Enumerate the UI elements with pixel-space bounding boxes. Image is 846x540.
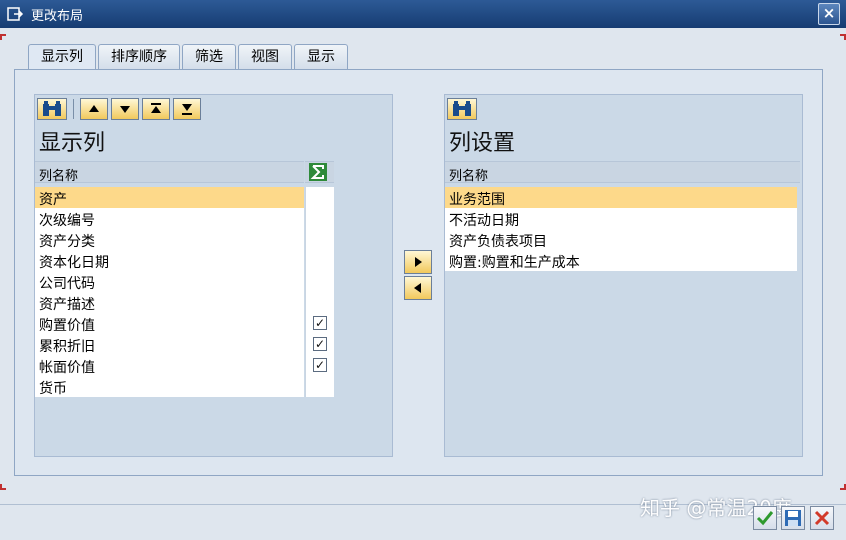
corner-mark (0, 484, 6, 490)
list-item[interactable]: 次级编号 (35, 208, 304, 229)
list-item[interactable]: 货币 (35, 376, 304, 397)
find-button[interactable] (447, 98, 477, 120)
save-button[interactable] (781, 506, 805, 530)
close-button[interactable]: × (818, 3, 840, 25)
cancel-button[interactable] (810, 506, 834, 530)
toolbar-separator (73, 99, 74, 119)
list-item-label: 资产描述 (39, 297, 95, 313)
list-item-label: 货币 (39, 381, 67, 397)
list-item[interactable]: 公司代码 (35, 271, 304, 292)
sum-checkbox[interactable]: ✓ (313, 358, 327, 372)
arrow-bottom-icon (182, 104, 192, 115)
list-item[interactable]: 购置价值 (35, 313, 304, 334)
list-item[interactable]: 不活动日期 (445, 208, 797, 229)
arrow-down-icon (120, 106, 130, 113)
list-item-label: 资产负债表项目 (449, 234, 547, 250)
list-item-label: 资本化日期 (39, 255, 109, 271)
list-item[interactable]: 资产负债表项目 (445, 229, 797, 250)
list-item[interactable]: 累积折旧 (35, 334, 304, 355)
binoculars-icon (453, 101, 471, 116)
move-bottom-button[interactable] (173, 98, 201, 120)
right-toolbar (447, 97, 480, 121)
list-item-label: 公司代码 (39, 276, 95, 292)
list-item[interactable]: 帐面价值 (35, 355, 304, 376)
column-header-label: 列名称 (39, 169, 79, 184)
list-item[interactable]: 资产 (35, 187, 304, 208)
window-title: 更改布局 (31, 9, 84, 24)
list-item-label: 帐面价值 (39, 360, 95, 376)
list-item-label: 不活动日期 (449, 213, 519, 229)
tab-filter[interactable]: 筛选 (182, 44, 236, 69)
tab-strip: 显示列 排序顺序 筛选 视图 显示 (28, 44, 350, 70)
right-list: 业务范围 不活动日期 资产负债表项目 购置:购置和生产成本 (445, 187, 797, 271)
arrow-right-icon (415, 257, 422, 267)
sum-column: ✓ ✓ ✓ (305, 187, 334, 397)
column-header-label: 列名称 (449, 169, 489, 184)
list-item[interactable]: 资本化日期 (35, 250, 304, 271)
close-icon: × (822, 4, 836, 22)
confirm-button[interactable] (753, 506, 777, 530)
tab-display[interactable]: 显示 (294, 44, 348, 69)
sum-checkbox[interactable]: ✓ (313, 316, 327, 330)
binoculars-icon (43, 101, 61, 116)
window-icon (7, 7, 24, 21)
left-list: 资产 次级编号 资产分类 资本化日期 公司代码 资产描述 购置价值 累积折旧 帐… (35, 187, 304, 397)
checkmark-icon (756, 511, 774, 526)
sigma-icon (309, 163, 327, 181)
add-column-button[interactable] (404, 250, 432, 274)
corner-mark (0, 34, 6, 40)
find-button[interactable] (37, 98, 67, 120)
sum-column-header[interactable] (305, 161, 334, 183)
left-column-header[interactable]: 列名称 (35, 161, 304, 184)
cancel-icon (814, 510, 830, 526)
displayed-columns-panel: 显示列 列名称 资产 次级编号 资产分类 资本化日期 公司代码 资产描述 购置价… (34, 94, 393, 457)
list-item-label: 资产 (39, 192, 67, 208)
list-item-label: 累积折旧 (39, 339, 95, 355)
corner-mark (840, 34, 846, 40)
move-top-button[interactable] (142, 98, 170, 120)
corner-mark (840, 484, 846, 490)
remove-column-button[interactable] (404, 276, 432, 300)
sum-checkbox[interactable]: ✓ (313, 337, 327, 351)
list-item[interactable]: 资产分类 (35, 229, 304, 250)
move-down-button[interactable] (111, 98, 139, 120)
arrow-up-icon (89, 105, 99, 112)
list-item[interactable]: 业务范围 (445, 187, 797, 208)
right-panel-title: 列设置 (449, 131, 516, 156)
list-item[interactable]: 资产描述 (35, 292, 304, 313)
right-column-header[interactable]: 列名称 (445, 161, 800, 184)
left-panel-title: 显示列 (39, 131, 106, 156)
title-bar: 更改布局 × (0, 0, 846, 28)
list-item-label: 业务范围 (449, 192, 505, 208)
left-toolbar (37, 97, 204, 121)
list-item-label: 资产分类 (39, 234, 95, 250)
list-item-label: 次级编号 (39, 213, 95, 229)
tab-sort-order[interactable]: 排序顺序 (98, 44, 180, 69)
column-set-panel: 列设置 列名称 业务范围 不活动日期 资产负债表项目 购置:购置和生产成本 (444, 94, 803, 457)
tab-display-columns[interactable]: 显示列 (28, 44, 96, 70)
tab-view[interactable]: 视图 (238, 44, 292, 69)
list-item-label: 购置价值 (39, 318, 95, 334)
arrow-top-icon (151, 103, 161, 113)
move-up-button[interactable] (80, 98, 108, 120)
arrow-left-icon (414, 283, 421, 293)
list-item[interactable]: 购置:购置和生产成本 (445, 250, 797, 271)
list-item-label: 购置:购置和生产成本 (449, 255, 580, 271)
save-icon (785, 510, 801, 526)
